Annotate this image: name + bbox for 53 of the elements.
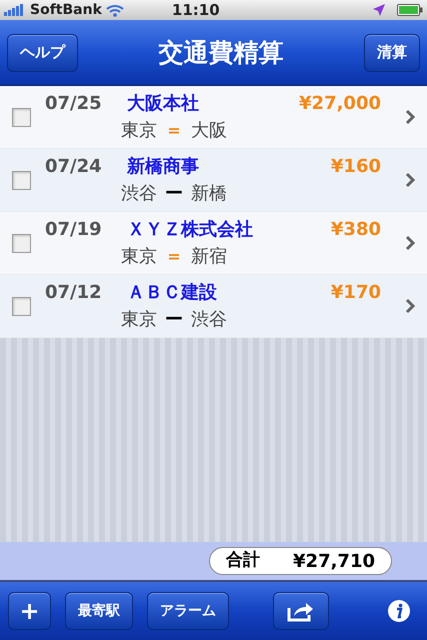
alarm-button[interactable]: アラーム — [147, 592, 229, 630]
expense-row[interactable]: 07/12 ＡＢＣ建設 ¥170 東京 ー 渋谷 — [0, 275, 427, 338]
carrier-name: SoftBank — [30, 0, 102, 20]
route-connector: ー — [165, 308, 183, 332]
chevron-icon — [405, 298, 415, 314]
date: 07/12 — [45, 281, 103, 305]
arrival-station: 渋谷 — [191, 308, 227, 332]
amount: ¥170 — [330, 281, 381, 305]
settle-button[interactable]: 清算 — [364, 34, 420, 72]
screen-title: 交通費精算 — [158, 36, 284, 69]
expense-row[interactable]: 07/25 大阪本社 ¥27,000 東京 ＝ 大阪 — [0, 86, 427, 149]
client-name: 大阪本社 — [127, 92, 199, 116]
checkbox[interactable] — [12, 108, 31, 126]
amount: ¥27,000 — [299, 92, 381, 116]
clock: 11:10 — [172, 0, 220, 21]
route-connector: ＝ — [165, 245, 183, 269]
departure-station: 渋谷 — [121, 182, 157, 206]
date: 07/24 — [45, 155, 103, 179]
location-arrow-icon — [373, 4, 385, 16]
arrival-station: 新橋 — [191, 182, 227, 206]
chevron-icon — [405, 235, 415, 251]
total-amount: ¥27,710 — [293, 550, 375, 574]
checkbox[interactable] — [12, 296, 31, 316]
departure-station: 東京 — [121, 308, 157, 332]
chevron-icon — [405, 172, 415, 188]
amount: ¥380 — [330, 218, 381, 242]
info-icon[interactable] — [387, 599, 411, 623]
checkbox[interactable] — [12, 234, 31, 252]
departure-station: 東京 — [121, 245, 157, 269]
wifi-icon — [106, 4, 124, 16]
share-button[interactable] — [273, 592, 329, 630]
client-name: ＡＢＣ建設 — [127, 281, 217, 305]
share-icon — [287, 600, 315, 622]
arrival-station: 大阪 — [191, 119, 227, 143]
total-label: 合計 — [226, 549, 260, 572]
chevron-icon — [405, 109, 415, 125]
client-name: 新橋商事 — [127, 155, 199, 179]
date: 07/19 — [45, 218, 103, 242]
expense-row[interactable]: 07/24 新橋商事 ¥160 渋谷 ー 新橋 — [0, 149, 427, 212]
route-connector: ＝ — [165, 119, 183, 143]
amount: ¥160 — [330, 155, 381, 179]
route-connector: ー — [165, 182, 183, 206]
arrival-station: 新宿 — [191, 245, 227, 269]
date: 07/25 — [45, 92, 103, 116]
add-button[interactable]: + — [8, 592, 51, 630]
signal-icon — [4, 4, 26, 16]
help-button[interactable]: ヘルプ — [7, 34, 78, 72]
nearest-station-button[interactable]: 最寄駅 — [65, 592, 133, 630]
departure-station: 東京 — [121, 119, 157, 143]
battery-icon — [397, 4, 423, 16]
checkbox[interactable] — [12, 170, 31, 190]
client-name: ＸＹＺ株式会社 — [127, 218, 253, 242]
expense-row[interactable]: 07/19 ＸＹＺ株式会社 ¥380 東京 ＝ 新宿 — [0, 212, 427, 275]
